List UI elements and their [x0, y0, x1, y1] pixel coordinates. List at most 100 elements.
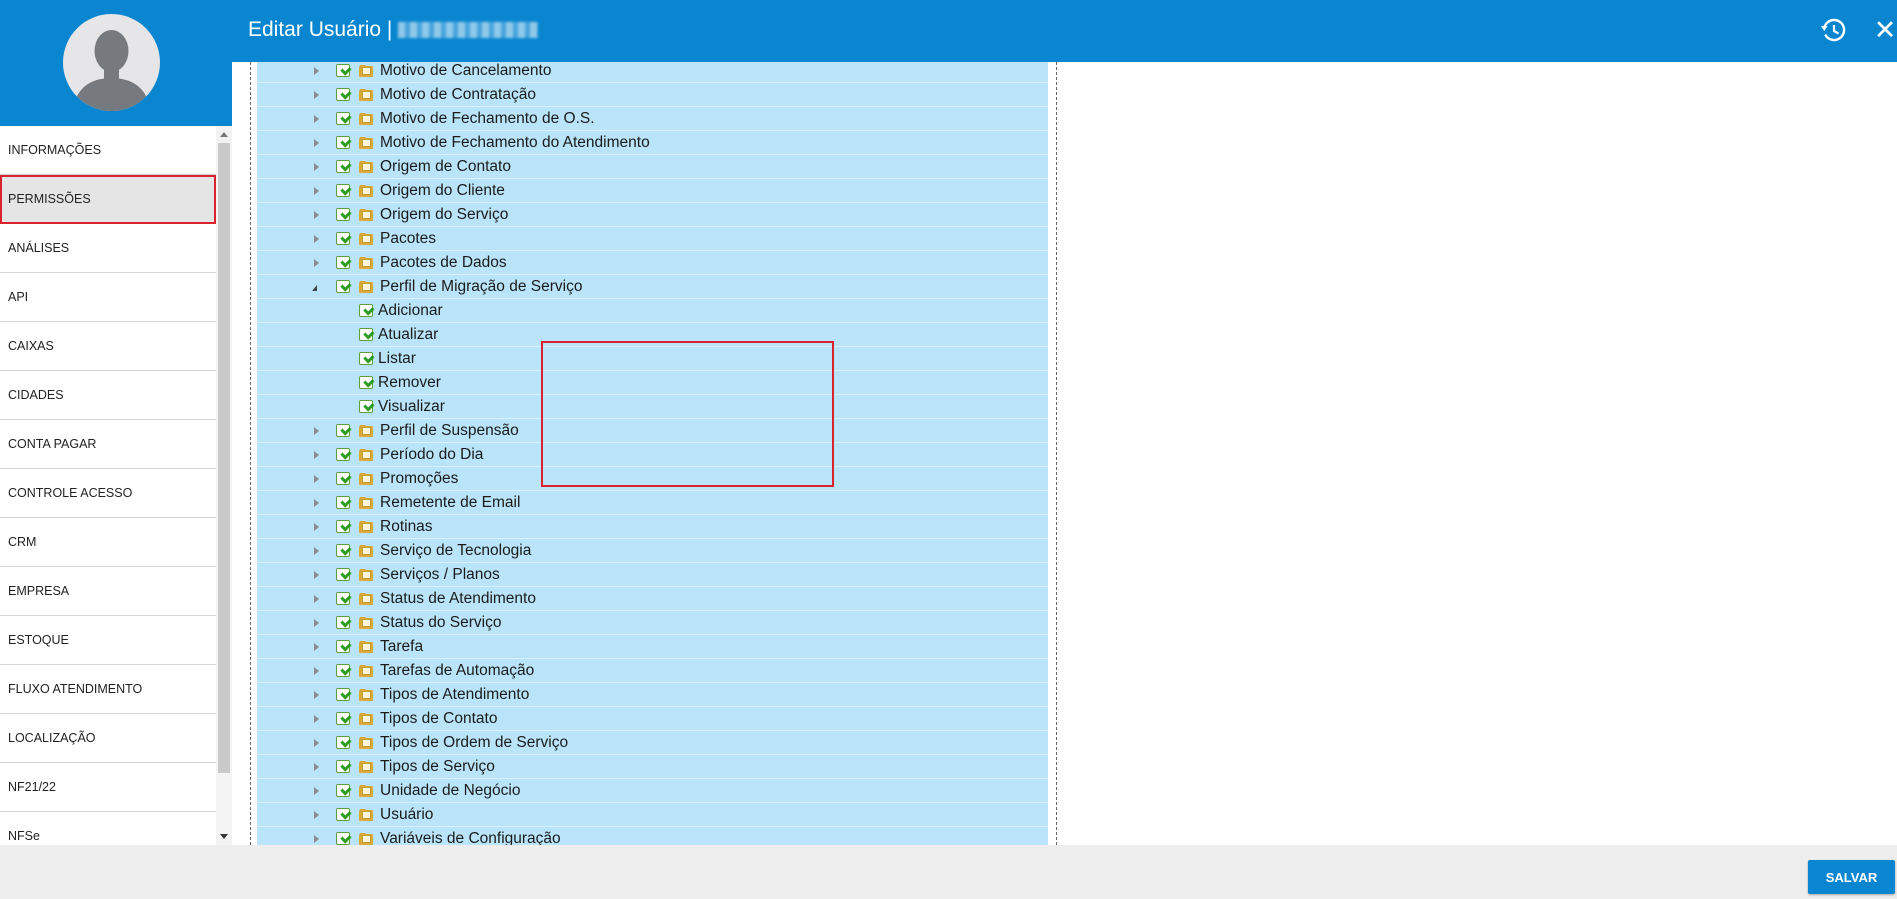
- checkbox-checked-icon[interactable]: [336, 808, 350, 821]
- checkbox-checked-icon[interactable]: [336, 544, 350, 557]
- expand-arrow-icon[interactable]: [314, 643, 319, 651]
- expand-arrow-icon[interactable]: [314, 835, 319, 843]
- checkbox-checked-icon[interactable]: [336, 256, 350, 269]
- expand-arrow-icon[interactable]: [314, 667, 319, 675]
- tree-module-row[interactable]: Unidade de Negócio: [257, 779, 1048, 803]
- sidebar-item-cidades[interactable]: CIDADES: [0, 371, 216, 420]
- checkbox-checked-icon[interactable]: [336, 784, 350, 797]
- scroll-up-icon[interactable]: [220, 132, 228, 137]
- tree-module-row[interactable]: Tipos de Contato: [257, 707, 1048, 731]
- expand-arrow-icon[interactable]: [314, 235, 319, 243]
- tree-module-row[interactable]: Status do Serviço: [257, 611, 1048, 635]
- checkbox-checked-icon[interactable]: [336, 208, 350, 221]
- checkbox-checked-icon[interactable]: [359, 328, 373, 341]
- checkbox-checked-icon[interactable]: [359, 352, 373, 365]
- tree-module-row[interactable]: Motivo de Fechamento do Atendimento: [257, 131, 1048, 155]
- sidebar-item-crm[interactable]: CRM: [0, 518, 216, 567]
- tree-module-row[interactable]: Tipos de Ordem de Serviço: [257, 731, 1048, 755]
- expand-arrow-icon[interactable]: [314, 475, 319, 483]
- checkbox-checked-icon[interactable]: [336, 520, 350, 533]
- checkbox-checked-icon[interactable]: [336, 160, 350, 173]
- tree-module-row[interactable]: Pacotes de Dados: [257, 251, 1048, 275]
- tree-module-row[interactable]: Tarefas de Automação: [257, 659, 1048, 683]
- sidebar-item-informações[interactable]: INFORMAÇÕES: [0, 126, 216, 175]
- expand-arrow-icon[interactable]: [314, 91, 319, 99]
- tree-module-row[interactable]: Origem do Serviço: [257, 203, 1048, 227]
- expand-arrow-icon[interactable]: [314, 811, 319, 819]
- tree-module-row[interactable]: Motivo de Fechamento de O.S.: [257, 107, 1048, 131]
- sidebar-item-empresa[interactable]: EMPRESA: [0, 567, 216, 616]
- expand-arrow-icon[interactable]: [314, 715, 319, 723]
- tree-module-row[interactable]: Serviço de Tecnologia: [257, 539, 1048, 563]
- tree-module-row[interactable]: Remetente de Email: [257, 491, 1048, 515]
- checkbox-checked-icon[interactable]: [336, 88, 350, 101]
- checkbox-checked-icon[interactable]: [336, 640, 350, 653]
- tree-module-row[interactable]: Rotinas: [257, 515, 1048, 539]
- tree-module-row[interactable]: Tipos de Serviço: [257, 755, 1048, 779]
- checkbox-checked-icon[interactable]: [336, 448, 350, 461]
- checkbox-checked-icon[interactable]: [336, 760, 350, 773]
- scroll-down-icon[interactable]: [220, 834, 228, 839]
- checkbox-checked-icon[interactable]: [336, 136, 350, 149]
- sidebar-item-nfse[interactable]: NFSe: [0, 812, 216, 845]
- checkbox-checked-icon[interactable]: [336, 568, 350, 581]
- tree-module-row[interactable]: Serviços / Planos: [257, 563, 1048, 587]
- checkbox-checked-icon[interactable]: [336, 616, 350, 629]
- expand-arrow-icon[interactable]: [314, 163, 319, 171]
- expand-arrow-icon[interactable]: [314, 787, 319, 795]
- tree-module-row[interactable]: Status de Atendimento: [257, 587, 1048, 611]
- checkbox-checked-icon[interactable]: [359, 376, 373, 389]
- expand-arrow-icon[interactable]: [314, 187, 319, 195]
- tree-module-row[interactable]: Pacotes: [257, 227, 1048, 251]
- checkbox-checked-icon[interactable]: [336, 736, 350, 749]
- sidebar-item-análises[interactable]: ANÁLISES: [0, 224, 216, 273]
- tree-module-row[interactable]: Tarefa: [257, 635, 1048, 659]
- expand-arrow-icon[interactable]: [314, 739, 319, 747]
- tree-permission-row[interactable]: Adicionar: [257, 299, 1048, 323]
- avatar[interactable]: [63, 14, 160, 111]
- collapse-arrow-icon[interactable]: [312, 285, 317, 291]
- checkbox-checked-icon[interactable]: [336, 424, 350, 437]
- sidebar-item-controle-acesso[interactable]: CONTROLE ACESSO: [0, 469, 216, 518]
- sidebar-item-permissões[interactable]: PERMISSÕES: [0, 175, 216, 224]
- expand-arrow-icon[interactable]: [314, 451, 319, 459]
- tree-module-row[interactable]: Motivo de Cancelamento: [257, 62, 1048, 83]
- expand-arrow-icon[interactable]: [314, 115, 319, 123]
- checkbox-checked-icon[interactable]: [336, 592, 350, 605]
- tree-module-row[interactable]: Usuário: [257, 803, 1048, 827]
- expand-arrow-icon[interactable]: [314, 571, 319, 579]
- expand-arrow-icon[interactable]: [314, 547, 319, 555]
- checkbox-checked-icon[interactable]: [336, 64, 350, 77]
- tree-module-row[interactable]: Perfil de Migração de Serviço: [257, 275, 1048, 299]
- expand-arrow-icon[interactable]: [314, 523, 319, 531]
- expand-arrow-icon[interactable]: [314, 763, 319, 771]
- checkbox-checked-icon[interactable]: [336, 472, 350, 485]
- checkbox-checked-icon[interactable]: [336, 112, 350, 125]
- sidebar-item-nf21-22[interactable]: NF21/22: [0, 763, 216, 812]
- save-button[interactable]: SALVAR: [1808, 860, 1895, 894]
- checkbox-checked-icon[interactable]: [336, 688, 350, 701]
- checkbox-checked-icon[interactable]: [336, 664, 350, 677]
- expand-arrow-icon[interactable]: [314, 619, 319, 627]
- sidebar-item-localização[interactable]: LOCALIZAÇÃO: [0, 714, 216, 763]
- tree-module-row[interactable]: Motivo de Contratação: [257, 83, 1048, 107]
- history-icon[interactable]: [1821, 17, 1847, 43]
- tree-module-row[interactable]: Origem do Cliente: [257, 179, 1048, 203]
- expand-arrow-icon[interactable]: [314, 427, 319, 435]
- sidebar-item-api[interactable]: API: [0, 273, 216, 322]
- checkbox-checked-icon[interactable]: [336, 184, 350, 197]
- expand-arrow-icon[interactable]: [314, 139, 319, 147]
- sidebar-item-conta-pagar[interactable]: CONTA PAGAR: [0, 420, 216, 469]
- expand-arrow-icon[interactable]: [314, 595, 319, 603]
- expand-arrow-icon[interactable]: [314, 67, 319, 75]
- checkbox-checked-icon[interactable]: [336, 496, 350, 509]
- sidebar-item-estoque[interactable]: ESTOQUE: [0, 616, 216, 665]
- checkbox-checked-icon[interactable]: [359, 304, 373, 317]
- checkbox-checked-icon[interactable]: [336, 232, 350, 245]
- tree-module-row[interactable]: Tipos de Atendimento: [257, 683, 1048, 707]
- sidebar-item-fluxo-atendimento[interactable]: FLUXO ATENDIMENTO: [0, 665, 216, 714]
- expand-arrow-icon[interactable]: [314, 691, 319, 699]
- checkbox-checked-icon[interactable]: [336, 832, 350, 845]
- sidebar-item-caixas[interactable]: CAIXAS: [0, 322, 216, 371]
- scrollbar-thumb[interactable]: [218, 143, 230, 773]
